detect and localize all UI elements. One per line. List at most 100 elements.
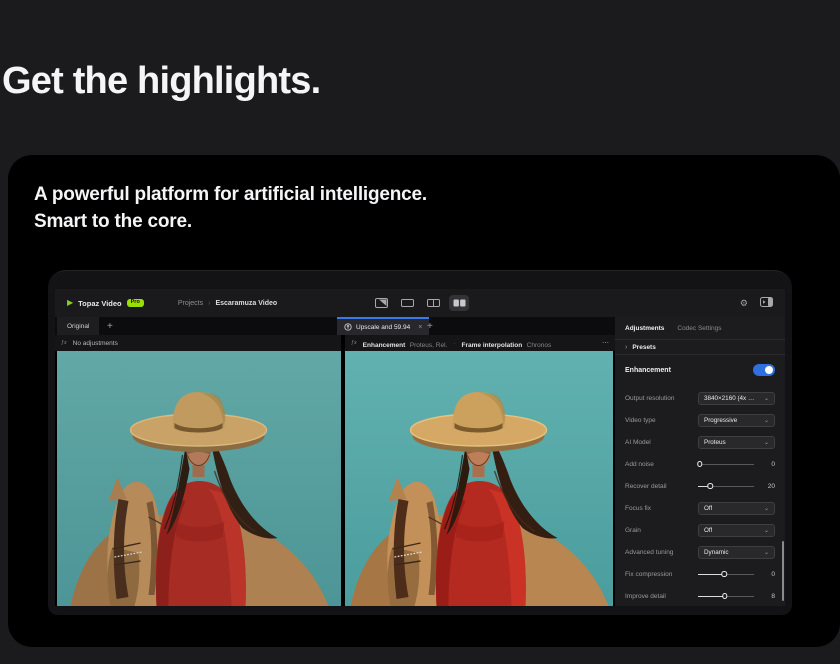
field-label: Add noise (625, 461, 698, 468)
panel-scrollbar[interactable] (782, 541, 785, 601)
app-window: ▶ Topaz Video Pro Projects › Escaramuza … (55, 289, 785, 606)
field-label: AI Model (625, 439, 698, 446)
select-value: Progressive (704, 417, 737, 424)
select-value: Off (704, 527, 712, 534)
tab-codec-settings[interactable]: Codec Settings (677, 325, 721, 332)
enhanced-video-frame[interactable] (345, 351, 613, 606)
field-label: Output resolution (625, 395, 698, 402)
presets-row[interactable]: › Presets (615, 339, 785, 355)
slider-knob[interactable] (708, 483, 714, 489)
field-add-noise: Add noise 0 (625, 457, 775, 471)
side-by-side-view-icon[interactable] (449, 295, 469, 311)
select-value: Dynamic (704, 549, 729, 556)
card-heading-line2: Smart to the core. (34, 208, 427, 235)
slider-knob[interactable] (697, 461, 703, 467)
field-ai-model: AI Model Proteus ⌄ (625, 435, 775, 449)
slider-fill (698, 574, 724, 575)
card-heading: A powerful platform for artificial intel… (34, 181, 427, 235)
slider-value: 8 (754, 593, 775, 600)
enhanced-status-bar: ƒx Enhancement Proteus, Rel. · Frame int… (345, 335, 615, 351)
adjustments-panel: Adjustments Codec Settings › Presets Enh… (615, 317, 785, 606)
slider-knob[interactable] (722, 571, 728, 577)
select-value: Off (704, 505, 712, 512)
breadcrumb-current: Escaramuza Video (215, 300, 277, 307)
pro-badge: Pro (127, 299, 144, 308)
original-status-text: No adjustments (73, 340, 118, 347)
breadcrumb-separator-icon: › (208, 300, 210, 307)
breadcrumb-projects[interactable]: Projects (178, 300, 203, 307)
enhancement-row: Enhancement (625, 363, 775, 377)
tab-upscale[interactable]: Upscale and 59.94 × (337, 317, 429, 335)
field-output-resolution: Output resolution 3840×2160 (4x … ⌄ (625, 391, 775, 405)
status-row: ƒx No adjustments ƒx Enhancement Proteus… (55, 335, 615, 351)
advanced-tuning-select[interactable]: Dynamic ⌄ (698, 546, 775, 559)
status-separator: · (453, 340, 455, 347)
field-fix-compression: Fix compression 0 (625, 567, 775, 581)
output-resolution-select[interactable]: 3840×2160 (4x … ⌄ (698, 392, 775, 405)
field-label: Improve detail (625, 593, 698, 600)
slider-value: 0 (754, 461, 775, 468)
app-logo: ▶ Topaz Video Pro (67, 299, 144, 308)
field-label: Focus fix (625, 505, 698, 512)
view-mode-switcher (371, 289, 469, 317)
grain-select[interactable]: Off ⌄ (698, 524, 775, 537)
field-advanced-tuning: Advanced tuning Dynamic ⌄ (625, 545, 775, 559)
close-tab-icon[interactable]: × (418, 324, 422, 331)
highlight-card: A powerful platform for artificial intel… (8, 155, 840, 647)
chevron-down-icon: ⌄ (764, 527, 769, 534)
field-label: Recover detail (625, 483, 698, 490)
slider-value: 20 (754, 483, 775, 490)
page-title: Get the highlights. (2, 60, 320, 103)
marketing-page: Get the highlights. A powerful platform … (0, 0, 840, 664)
ai-model-select[interactable]: Proteus ⌄ (698, 436, 775, 449)
chevron-down-icon: ⌄ (764, 439, 769, 446)
field-label: Fix compression (625, 571, 698, 578)
select-value: 3840×2160 (4x … (704, 395, 754, 402)
add-tab-button-right[interactable]: + (427, 317, 433, 335)
field-recover-detail: Recover detail 20 (625, 479, 775, 493)
breadcrumb: Projects › Escaramuza Video (178, 300, 277, 307)
fix-compression-slider[interactable] (698, 568, 754, 581)
titlebar-actions: ⚙ (740, 294, 773, 312)
tab-upscale-label: Upscale and 59.94 (356, 324, 410, 331)
original-video-frame[interactable] (57, 351, 341, 606)
video-type-select[interactable]: Progressive ⌄ (698, 414, 775, 427)
slider-fill (698, 596, 725, 597)
field-grain: Grain Off ⌄ (625, 523, 775, 537)
enhancement-toggle[interactable] (753, 364, 775, 376)
original-status-bar: ƒx No adjustments (55, 335, 341, 351)
slider-track (698, 464, 754, 465)
field-focus-fix: Focus fix Off ⌄ (625, 501, 775, 515)
slider-knob[interactable] (722, 593, 728, 599)
focus-fix-select[interactable]: Off ⌄ (698, 502, 775, 515)
status-frame-interpolation: Frame interpolation Chronos (462, 334, 552, 352)
app-titlebar: ▶ Topaz Video Pro Projects › Escaramuza … (55, 289, 785, 317)
panel-tabs: Adjustments Codec Settings (625, 319, 775, 337)
more-options-icon[interactable]: ⋯ (602, 339, 609, 347)
recover-detail-slider[interactable] (698, 480, 754, 493)
compare-split-view-icon[interactable] (371, 295, 391, 311)
chevron-down-icon: ⌄ (764, 395, 769, 402)
tab-adjustments[interactable]: Adjustments (625, 325, 664, 332)
single-view-icon[interactable] (397, 295, 417, 311)
fx-icon: ƒx (351, 340, 357, 346)
add-tab-button-left[interactable]: + (107, 317, 113, 335)
improve-detail-slider[interactable] (698, 590, 754, 603)
chevron-down-icon: ⌄ (764, 505, 769, 512)
preview-panes (55, 351, 615, 606)
presets-label: Presets (632, 344, 656, 351)
chevron-down-icon: ⌄ (764, 417, 769, 424)
brand-name: Topaz Video (78, 299, 121, 308)
settings-gear-icon[interactable]: ⚙ (740, 299, 748, 308)
fx-icon: ƒx (61, 340, 67, 346)
slider-value: 0 (754, 571, 775, 578)
toggle-panel-icon[interactable] (760, 294, 773, 312)
field-improve-detail: Improve detail 8 (625, 589, 775, 603)
tab-strip: Original + Upscale and 59.94 × + (55, 317, 615, 335)
select-value: Proteus (704, 439, 726, 446)
laptop-mockup: ▶ Topaz Video Pro Projects › Escaramuza … (48, 270, 792, 615)
play-logo-icon: ▶ (67, 299, 73, 307)
tab-original[interactable]: Original (57, 317, 99, 335)
add-noise-slider[interactable] (698, 458, 754, 471)
split-view-icon[interactable] (423, 295, 443, 311)
